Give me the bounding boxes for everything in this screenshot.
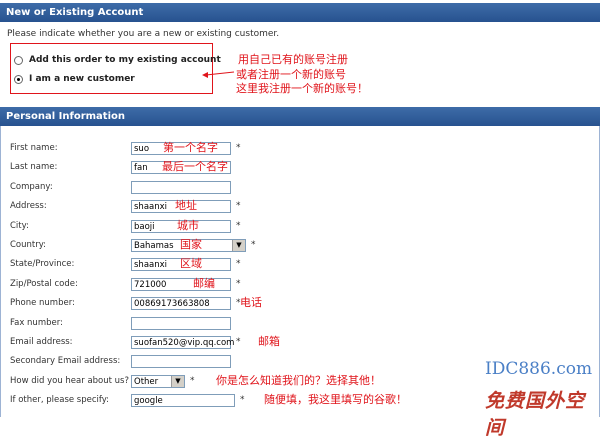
field-label: Fax number:	[10, 317, 63, 328]
field-annotation: 城市	[177, 218, 199, 232]
required-marker: *	[236, 337, 241, 347]
field-value: fan	[134, 163, 148, 174]
watermark-tagline: 免费国外空间	[485, 390, 586, 439]
field-value: Other	[134, 376, 159, 387]
chevron-down-icon[interactable]: ▼	[232, 240, 245, 251]
existing-account-label: Add this order to my existing account	[29, 55, 221, 65]
required-marker: *	[240, 395, 245, 406]
field-annotation: 电话	[240, 296, 262, 310]
required-marker: *	[251, 240, 256, 250]
field-label: City:	[10, 220, 29, 231]
required-marker: *	[236, 143, 241, 153]
field-annotation: 随便填，我这里填写的谷歌！	[264, 393, 407, 407]
field-value: suofan520@vip.qq.com	[134, 338, 235, 348]
field-annotation: 国家	[180, 238, 202, 251]
required-marker: *	[190, 375, 195, 386]
field-input[interactable]: suofan520@vip.qq.com	[131, 336, 235, 349]
account-annotation-1: 用自己已有的账号注册	[238, 53, 348, 66]
field-annotation: 区域	[180, 257, 202, 271]
existing-account-radio[interactable]	[14, 56, 23, 65]
field-input[interactable]	[131, 355, 231, 369]
field-input[interactable]: google	[131, 394, 235, 408]
required-marker: *	[236, 201, 241, 212]
field-input[interactable]	[131, 180, 231, 194]
field-input[interactable]: 721000	[131, 277, 231, 291]
field-value: Bahamas	[134, 241, 174, 251]
chevron-down-icon[interactable]: ▼	[171, 375, 184, 387]
account-instruction: Please indicate whether you are a new or…	[7, 29, 280, 39]
field-label: Address:	[10, 201, 47, 212]
field-label: How did you hear about us?	[10, 375, 129, 386]
field-value: shaanxi	[134, 260, 168, 271]
field-annotation: 邮箱	[258, 335, 280, 348]
field-label: First name:	[10, 143, 58, 153]
field-value: suo	[134, 144, 150, 154]
field-input[interactable]: 00869173663808	[131, 297, 231, 311]
account-section-header: New or Existing Account	[0, 3, 600, 22]
field-value: baoji	[134, 221, 155, 232]
field-input[interactable]	[131, 316, 231, 330]
personal-section-header: Personal Information	[0, 107, 600, 126]
field-label: Last name:	[10, 162, 58, 173]
field-value: google	[134, 396, 163, 407]
field-value: 721000	[134, 279, 167, 290]
account-annotation-3: 这里我注册一个新的账号！	[236, 82, 368, 95]
field-annotation: 地址	[175, 199, 197, 213]
field-label: If other, please specify:	[10, 395, 110, 406]
required-marker: *	[236, 259, 241, 270]
field-label: Zip/Postal code:	[10, 278, 78, 289]
required-marker: *	[236, 220, 241, 231]
field-label: Phone number:	[10, 298, 75, 309]
field-select[interactable]: Other ▼	[131, 374, 185, 388]
field-label: Email address:	[10, 337, 73, 347]
field-label: Company:	[10, 181, 53, 192]
field-value: shaanxi	[134, 202, 168, 213]
field-label: Country:	[10, 240, 47, 250]
field-annotation: 最后一个名字	[162, 160, 228, 174]
field-label: State/Province:	[10, 259, 75, 270]
new-customer-label: I am a new customer	[29, 74, 135, 84]
field-value: 00869173663808	[134, 299, 210, 310]
field-annotation: 第一个名字	[163, 141, 218, 154]
account-options-box	[10, 43, 213, 94]
new-customer-radio[interactable]	[14, 75, 23, 84]
annotation-arrow-icon	[202, 71, 235, 78]
required-marker: *	[236, 278, 241, 289]
watermark-domain: IDC886.com	[485, 359, 593, 379]
field-label: Secondary Email address:	[10, 356, 121, 367]
field-annotation: 邮编	[193, 276, 215, 290]
field-annotation: 你是怎么知道我们的？选择其他！	[216, 373, 381, 387]
